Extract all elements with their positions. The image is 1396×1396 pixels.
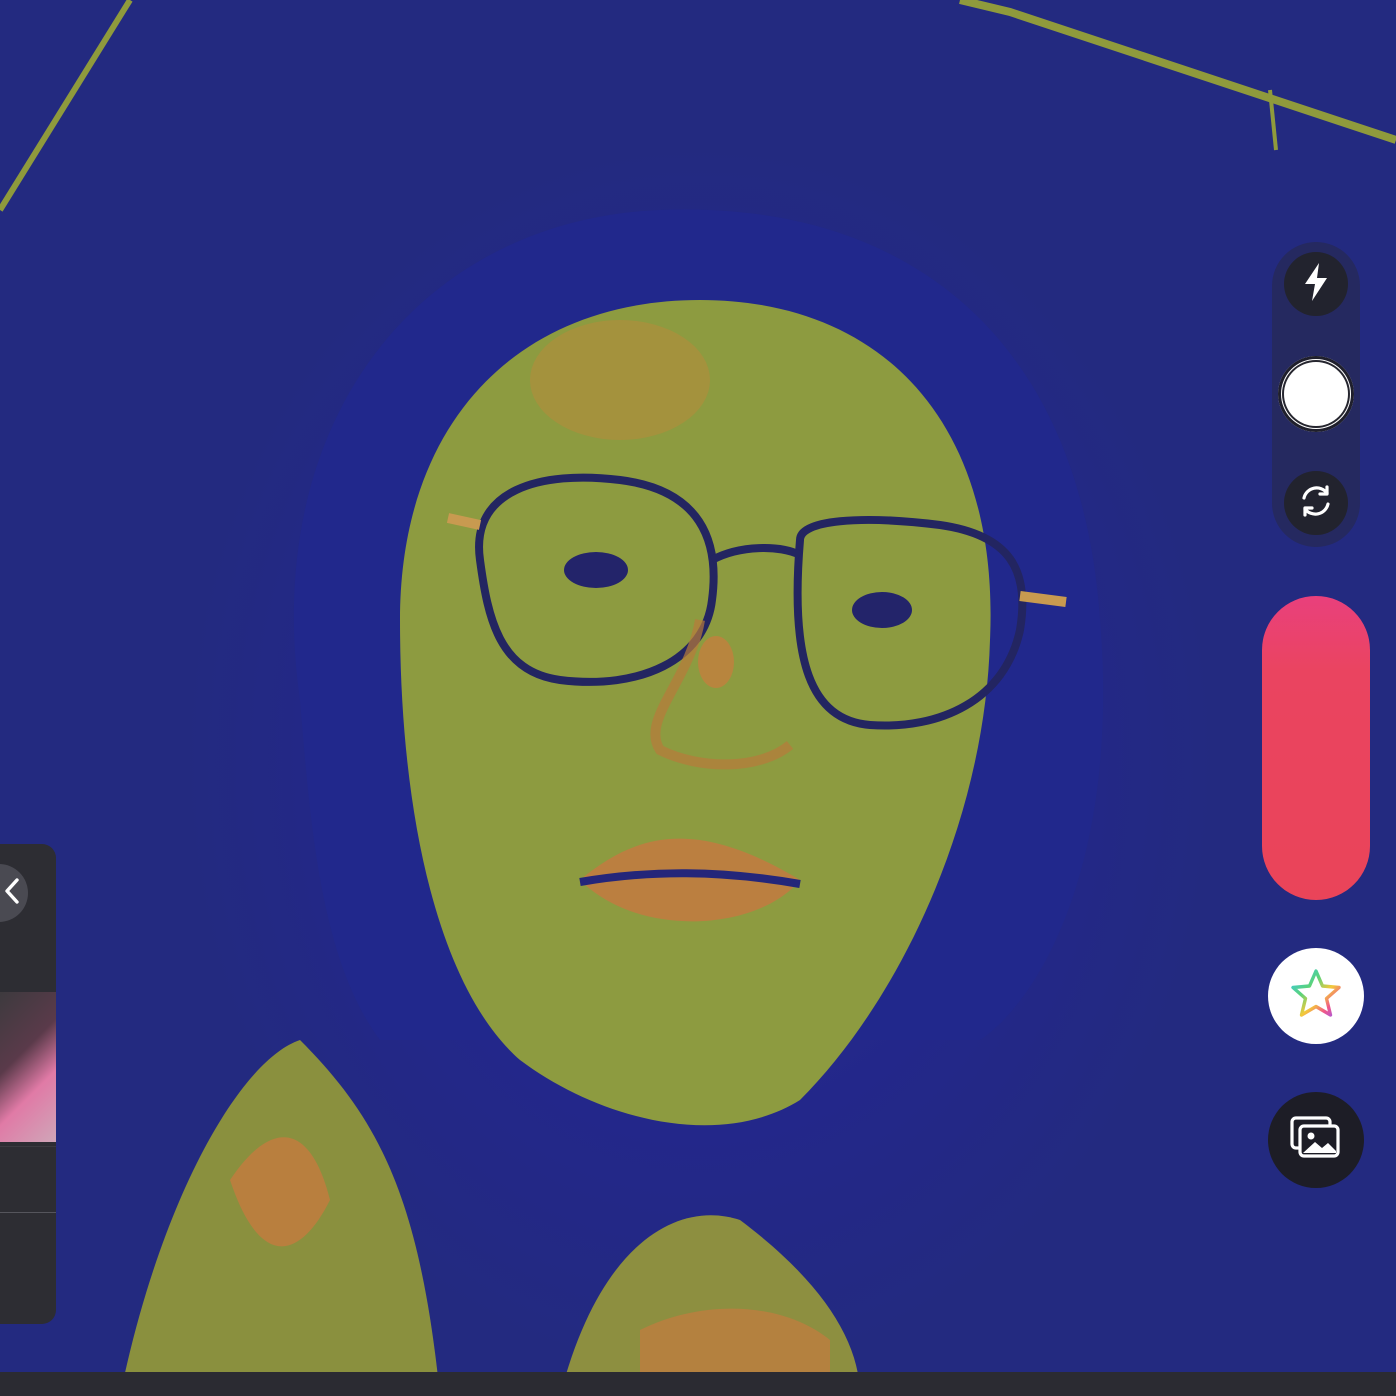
effects-star-icon [1289, 967, 1343, 1026]
chevron-left-icon [4, 877, 20, 909]
camera-viewfinder [0, 0, 1396, 1396]
panel-divider [0, 1212, 56, 1213]
gallery-icon [1290, 1115, 1342, 1165]
media-thumbnail[interactable] [0, 992, 56, 1142]
effects-button[interactable] [1268, 948, 1364, 1044]
panel-collapse-button[interactable] [0, 864, 28, 922]
panel-divider [0, 1146, 56, 1147]
gallery-button[interactable] [1268, 1092, 1364, 1188]
flip-camera-button[interactable] [1284, 471, 1348, 535]
record-button[interactable] [1262, 596, 1370, 900]
viewfinder-scene [0, 0, 1396, 1396]
flip-camera-icon [1296, 481, 1336, 526]
side-panel [0, 844, 56, 1324]
flash-button[interactable] [1284, 252, 1348, 316]
flash-icon [1302, 262, 1330, 307]
bottom-bar [0, 1372, 1396, 1396]
capture-mode-button[interactable] [1278, 356, 1354, 432]
